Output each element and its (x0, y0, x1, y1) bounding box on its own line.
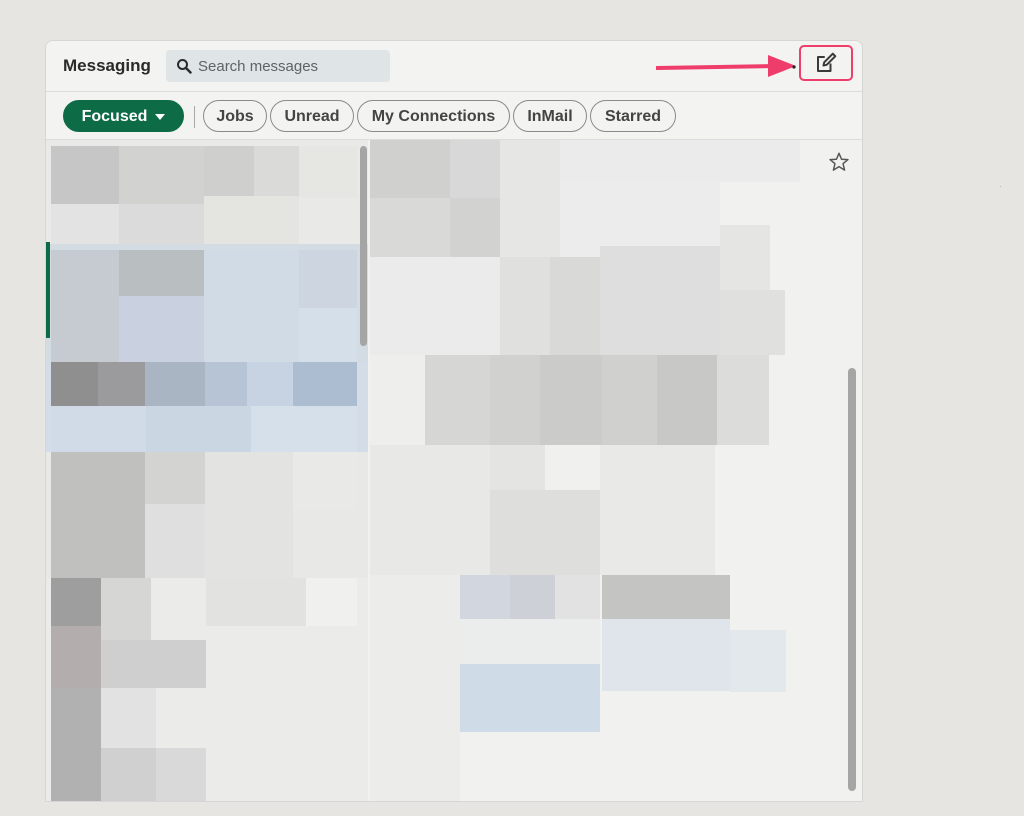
filter-unread[interactable]: Unread (270, 100, 354, 132)
thread-scrollbar[interactable] (848, 368, 856, 791)
search-box[interactable] (166, 50, 390, 82)
filter-inmail[interactable]: InMail (513, 100, 587, 132)
caret-down-icon (155, 113, 166, 120)
filter-bar: Focused Jobs Unread My Connections InMai… (46, 92, 862, 140)
list-scrollbar[interactable] (360, 146, 367, 346)
filter-label: Focused (81, 108, 148, 125)
stray-pixel (1000, 186, 1001, 187)
list-item[interactable] (46, 452, 368, 578)
filter-separator (194, 106, 195, 128)
search-input[interactable] (198, 50, 384, 82)
message-thread[interactable] (370, 140, 862, 801)
compose-icon (817, 52, 837, 72)
filter-my-connections[interactable]: My Connections (357, 100, 510, 132)
page-title: Messaging (63, 56, 151, 75)
list-item[interactable] (46, 244, 368, 362)
compose-button[interactable] (799, 45, 853, 81)
list-item[interactable] (46, 578, 368, 801)
conversation-list[interactable] (46, 140, 368, 801)
arrow-right-icon (656, 55, 796, 77)
list-item[interactable] (46, 140, 368, 244)
star-icon (829, 152, 849, 171)
active-conversation-indicator (46, 242, 50, 338)
messaging-header: Messaging (46, 41, 862, 92)
search-icon (177, 59, 192, 74)
messaging-panel: Messaging Focused Jobs (45, 40, 863, 802)
list-item[interactable] (46, 362, 368, 452)
star-button[interactable] (828, 151, 850, 178)
filter-focused[interactable]: Focused (63, 100, 184, 132)
filter-jobs[interactable]: Jobs (203, 100, 267, 132)
filter-starred[interactable]: Starred (590, 100, 676, 132)
